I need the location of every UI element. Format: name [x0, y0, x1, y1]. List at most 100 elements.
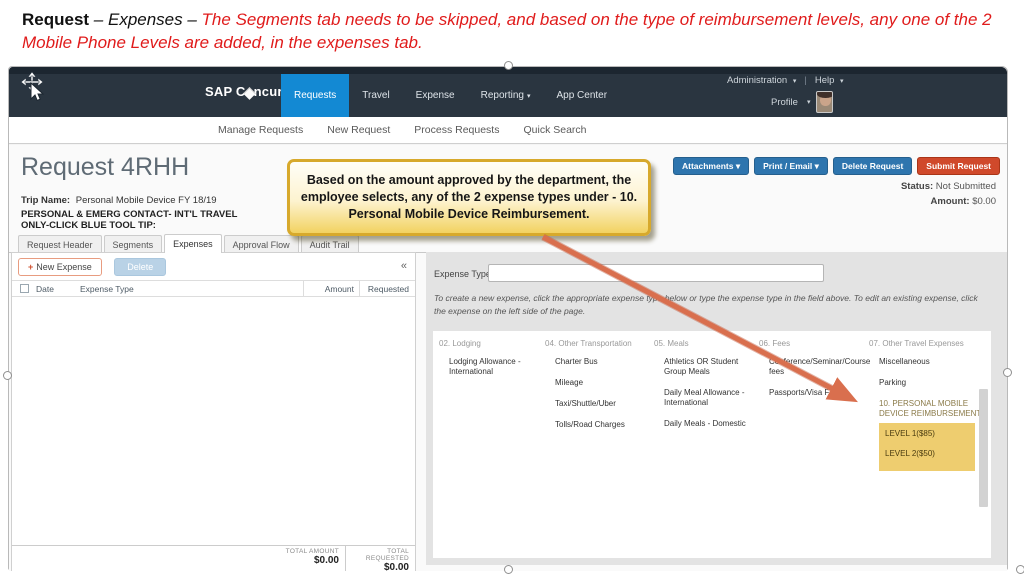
page-title: Request 4RHH [21, 153, 189, 182]
subnav-process-requests[interactable]: Process Requests [414, 124, 499, 136]
category-lodging: 02. Lodging Lodging Allowance - Internat… [439, 339, 543, 388]
column-amount[interactable]: Amount [303, 281, 359, 296]
expense-type-item[interactable]: Daily Meals - Domestic [664, 419, 758, 429]
selection-handle-right[interactable] [1003, 368, 1012, 377]
subnav-quick-search[interactable]: Quick Search [523, 124, 586, 136]
submit-request-button[interactable]: Submit Request [917, 157, 1000, 175]
expense-type-item[interactable]: Taxi/Shuttle/Uber [555, 399, 649, 409]
subnav-new-request[interactable]: New Request [327, 124, 390, 136]
expense-table-body-empty [12, 297, 415, 545]
expense-type-level-2[interactable]: LEVEL 2($50) [885, 449, 969, 458]
nav-tab-requests[interactable]: Requests [281, 74, 349, 117]
collapse-panel-icon[interactable]: « [401, 260, 407, 272]
expense-type-item[interactable]: Passports/Visa Fees [769, 388, 863, 398]
total-amount-cell: TOTAL AMOUNT $0.00 [275, 546, 345, 571]
expense-type-input[interactable] [488, 264, 824, 282]
category-fees: 06. Fees Conference/Seminar/Course fees … [759, 339, 863, 409]
amount-value: $0.00 [972, 196, 996, 207]
navbar-utility-menu: Administration ▾ | Help ▾ [727, 75, 844, 86]
chevron-down-icon: ▾ [793, 78, 797, 85]
slide-title: Request – Expenses – The Segments tab ne… [22, 8, 1008, 54]
trip-name: Trip Name: Personal Mobile Device FY 18/… [21, 195, 217, 206]
new-expense-button[interactable]: +New Expense [18, 258, 102, 276]
expense-type-level-1[interactable]: LEVEL 1($85) [885, 429, 969, 438]
total-requested-cell: TOTAL REQUESTED $0.00 [345, 546, 415, 571]
category-header: 04. Other Transportation [545, 339, 649, 348]
tab-request-header[interactable]: Request Header [18, 235, 102, 253]
expense-type-item[interactable]: Lodging Allowance - International [449, 357, 543, 377]
delete-expense-button-disabled: Delete [114, 258, 166, 276]
chevron-down-icon: ▾ [840, 78, 844, 85]
expense-type-item[interactable]: Tolls/Road Charges [555, 420, 649, 430]
chevron-down-icon: ▾ [807, 98, 811, 106]
amount-label: Amount: [931, 196, 970, 207]
total-requested-label: TOTAL REQUESTED [346, 548, 409, 562]
concur-window: SAP Concur C Requests Travel Expense Rep… [8, 66, 1008, 570]
tab-expenses[interactable]: Expenses [164, 234, 222, 253]
expense-type-item[interactable]: Mileage [555, 378, 649, 388]
status-value: Not Submitted [936, 181, 996, 192]
nav-tab-travel[interactable]: Travel [349, 74, 402, 117]
total-requested-value: $0.00 [346, 562, 409, 573]
column-date[interactable]: Date [36, 284, 80, 294]
selection-handle-bottom-right[interactable] [1016, 565, 1024, 574]
total-amount-label: TOTAL AMOUNT [275, 548, 339, 555]
expense-categories: 02. Lodging Lodging Allowance - Internat… [433, 331, 991, 558]
total-amount-value: $0.00 [275, 555, 339, 566]
expense-type-item[interactable]: Conference/Seminar/Course fees [769, 357, 863, 377]
highlighted-levels: LEVEL 1($85) LEVEL 2($50) [879, 423, 975, 471]
print-email-button[interactable]: Print / Email ▾ [754, 157, 828, 175]
category-other-travel-expenses: 07. Other Travel Expenses Miscellaneous … [869, 339, 985, 471]
profile-menu[interactable]: Profile ▾ [771, 91, 833, 113]
category-meals: 05. Meals Athletics OR Student Group Mea… [654, 339, 758, 440]
request-tabs: Request Header Segments Expenses Approva… [18, 234, 1007, 253]
expense-type-item[interactable]: Parking [879, 378, 985, 388]
move-cursor-icon [19, 71, 49, 105]
chevron-down-icon: ▾ [527, 92, 531, 100]
expense-type-item[interactable]: Daily Meal Allowance - International [664, 388, 758, 408]
tab-segments[interactable]: Segments [104, 235, 163, 253]
expense-type-item[interactable]: Charter Bus [555, 357, 649, 367]
slide-title-mid: – Expenses – [89, 10, 201, 29]
status-label: Status: [901, 181, 933, 192]
request-actions: Attachments ▾ Print / Email ▾ Delete Req… [673, 157, 1000, 175]
category-header: 02. Lodging [439, 339, 543, 348]
selection-handle-left[interactable] [3, 371, 12, 380]
trip-name-value: Personal Mobile Device FY 18/19 [76, 195, 217, 206]
select-all-checkbox[interactable] [20, 284, 29, 293]
tab-approval-flow[interactable]: Approval Flow [224, 235, 299, 253]
picker-instructions: To create a new expense, click the appro… [434, 292, 986, 318]
expense-totals: TOTAL AMOUNT $0.00 TOTAL REQUESTED $0.00 [12, 545, 415, 571]
expense-type-item[interactable]: Miscellaneous [879, 357, 985, 367]
request-status: Status: Not Submitted Amount: $0.00 [901, 179, 996, 209]
category-subheader-mobile-device: 10. PERSONAL MOBILE DEVICE REIMBURSEMENT [879, 399, 985, 419]
annotation-callout: Based on the amount approved by the depa… [287, 159, 651, 236]
administration-menu[interactable]: Administration ▾ [727, 75, 796, 86]
expense-type-item[interactable]: Athletics OR Student Group Meals [664, 357, 758, 377]
attachments-button[interactable]: Attachments ▾ [673, 157, 749, 175]
plus-icon: + [28, 262, 33, 272]
expense-type-label: Expense Type: [434, 269, 493, 279]
column-expense-type[interactable]: Expense Type [80, 284, 303, 294]
category-header: 05. Meals [654, 339, 758, 348]
nav-tab-expense[interactable]: Expense [403, 74, 468, 117]
delete-request-button[interactable]: Delete Request [833, 157, 912, 175]
selection-handle-top[interactable] [504, 61, 513, 70]
nav-tab-app-center[interactable]: App Center [543, 74, 620, 117]
subnav-manage-requests[interactable]: Manage Requests [218, 124, 303, 136]
help-menu[interactable]: Help ▾ [815, 75, 844, 86]
expense-picker-panel: Expense Type: To create a new expense, c… [426, 252, 1007, 565]
menu-divider: | [804, 75, 806, 86]
tab-audit-trail[interactable]: Audit Trail [301, 235, 359, 253]
scrollbar-thumb[interactable] [979, 389, 988, 507]
profile-avatar[interactable] [816, 91, 833, 113]
column-requested[interactable]: Requested [359, 281, 415, 296]
primary-nav: Requests Travel Expense Reporting▾ App C… [281, 74, 620, 117]
expense-list-panel: +New Expense Delete « Date Expense Type … [11, 252, 416, 571]
category-other-transportation: 04. Other Transportation Charter Bus Mil… [545, 339, 649, 441]
selection-handle-bottom[interactable] [504, 565, 513, 574]
category-header: 06. Fees [759, 339, 863, 348]
nav-tab-reporting[interactable]: Reporting▾ [468, 74, 544, 117]
category-header: 07. Other Travel Expenses [869, 339, 985, 348]
trip-name-label: Trip Name: [21, 195, 70, 206]
